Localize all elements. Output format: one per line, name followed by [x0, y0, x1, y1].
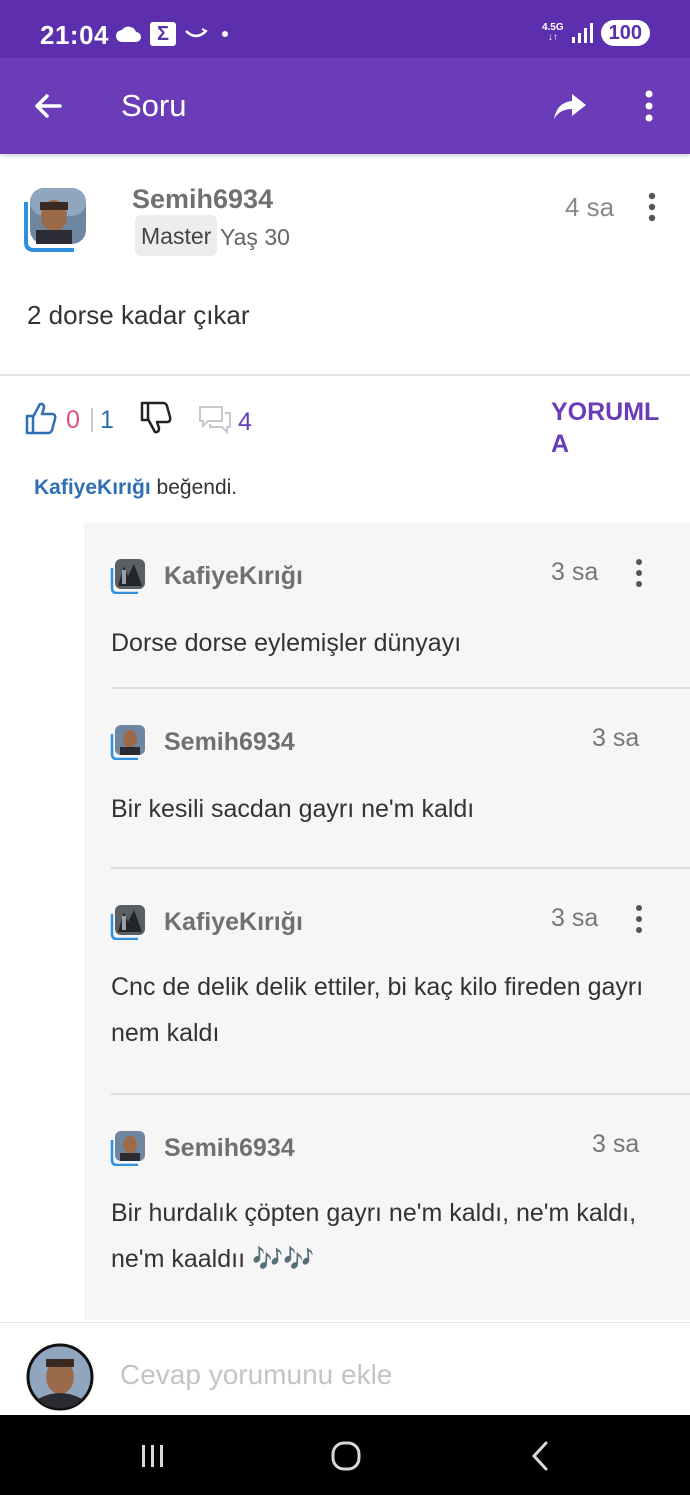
avatar[interactable] — [110, 724, 146, 760]
count-divider — [91, 408, 93, 432]
post-actions: 0 1 4 YORUMLA KafiyeKırığı beğendi. — [0, 380, 690, 520]
system-nav-bar — [0, 1415, 690, 1495]
status-bar: 21:04 Σ 4.5G ↓↑ 100 — [0, 0, 690, 58]
comment-author[interactable]: KafiyeKırığı — [164, 908, 303, 937]
status-left-icons: Σ — [116, 22, 228, 46]
back-nav-icon[interactable] — [520, 1439, 560, 1473]
more-vert-icon[interactable] — [632, 86, 666, 126]
comment-item: KafiyeKırığı 3 sa Cnc de delik delik ett… — [84, 868, 690, 1095]
cloud-icon — [116, 26, 141, 42]
liked-by-user[interactable]: KafiyeKırığı — [34, 476, 151, 499]
comment-text: Bir hurdalık çöpten gayrı ne'm kaldı, ne… — [111, 1199, 637, 1273]
back-arrow-icon[interactable] — [28, 86, 68, 126]
comment-author[interactable]: Semih6934 — [164, 1134, 295, 1163]
comment-author[interactable]: KafiyeKırığı — [164, 562, 303, 591]
reply-input-bar — [0, 1322, 690, 1415]
avatar[interactable] — [110, 904, 146, 940]
signal-icon — [571, 23, 593, 43]
comment-time: 3 sa — [551, 558, 599, 586]
avatar[interactable] — [22, 186, 88, 252]
home-icon[interactable] — [326, 1439, 366, 1473]
comment-time: 3 sa — [592, 724, 640, 752]
more-vert-icon[interactable] — [640, 190, 664, 224]
comment-bubble-icon[interactable] — [198, 404, 232, 434]
reply-input[interactable] — [120, 1353, 660, 1397]
comment-item: Semih6934 3 sa Bir hurdalık çöpten gayrı… — [84, 1094, 690, 1320]
comment-time: 3 sa — [592, 1130, 640, 1158]
thumbs-down-icon[interactable] — [139, 400, 173, 436]
page-title: Soru — [121, 88, 187, 123]
comment-text: Dorse dorse eylemişler dünyayı — [111, 629, 462, 657]
sigma-app-icon: Σ — [150, 22, 176, 46]
liked-by-text: KafiyeKırığı beğendi. — [34, 476, 237, 500]
dislike-count: 1 — [100, 406, 114, 434]
rank-badge: Master — [135, 215, 218, 256]
avatar[interactable] — [110, 1130, 146, 1166]
comment-time: 3 sa — [551, 904, 599, 932]
like-count: 0 — [66, 406, 80, 434]
share-icon[interactable] — [550, 86, 590, 126]
comment-button[interactable]: YORUMLA — [551, 396, 669, 460]
comment-text: Bir kesili sacdan gayrı ne'm kaldı — [111, 795, 475, 823]
status-right-icons: 4.5G ↓↑ 100 — [542, 20, 650, 46]
post-author[interactable]: Semih6934 — [132, 184, 273, 215]
avatar[interactable] — [110, 558, 146, 594]
comment-item: Semih6934 3 sa Bir kesili sacdan gayrı n… — [84, 688, 690, 869]
status-time: 21:04 — [40, 20, 109, 50]
avatar — [26, 1343, 94, 1411]
thumbs-up-icon[interactable] — [24, 400, 58, 436]
comment-author[interactable]: Semih6934 — [164, 728, 295, 757]
comment-list: KafiyeKırığı 3 sa Dorse dorse eylemişler… — [84, 522, 690, 1320]
comment-item: KafiyeKırığı 3 sa Dorse dorse eylemişler… — [84, 522, 690, 689]
recents-icon[interactable] — [133, 1439, 173, 1473]
post-time: 4 sa — [565, 192, 615, 222]
more-vert-icon[interactable] — [632, 558, 646, 588]
network-type-label: 4.5G ↓↑ — [541, 22, 564, 43]
battery-level: 100 — [600, 20, 650, 46]
more-vert-icon[interactable] — [632, 904, 646, 934]
question-post: Semih6934 Master Yaş 30 4 sa 2 dorse kad… — [0, 158, 690, 376]
post-text: 2 dorse kadar çıkar — [27, 300, 250, 330]
author-age: Yaş 30 — [220, 224, 290, 250]
comment-text: Cnc de delik delik ettiler, bi kaç kilo … — [111, 973, 644, 1047]
app-bar: Soru — [0, 58, 690, 154]
smile-icon — [185, 28, 208, 38]
notification-dot-icon — [222, 31, 228, 37]
liked-by-suffix: beğendi. — [156, 476, 238, 499]
comment-count: 4 — [238, 408, 252, 436]
